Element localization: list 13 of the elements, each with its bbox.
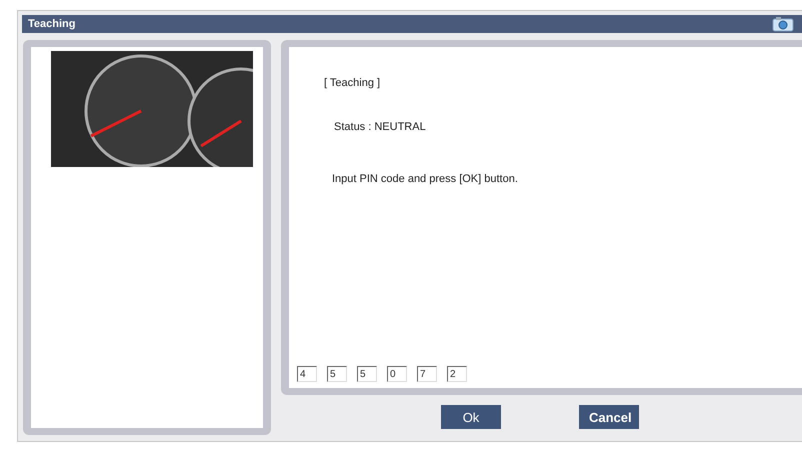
pin-digit-field[interactable]: 7 — [417, 366, 437, 382]
pin-digit-field[interactable]: 0 — [387, 366, 407, 382]
camera-icon[interactable] — [772, 16, 794, 32]
section-heading: [ Teaching ] — [324, 77, 382, 89]
cancel-button[interactable]: Cancel — [579, 405, 639, 429]
ok-button[interactable]: Ok — [441, 405, 501, 429]
instruction-text: Input PIN code and press [OK] button. — [331, 173, 519, 185]
pin-digit-field[interactable]: 5 — [357, 366, 377, 382]
status-text: Status : NEUTRAL — [333, 121, 427, 133]
pin-digit-field[interactable]: 4 — [297, 366, 317, 382]
pin-digit-field[interactable]: 2 — [447, 366, 467, 382]
pin-digit-field[interactable]: 5 — [327, 366, 347, 382]
window-title: Teaching — [28, 18, 76, 30]
